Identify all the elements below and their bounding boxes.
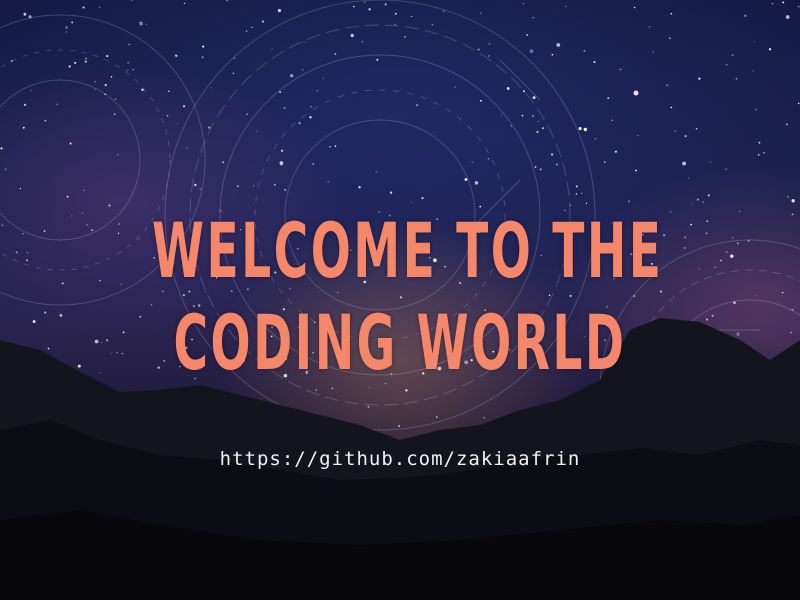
banner-background: WELCOME TO THE CODING WORLD https://gith… — [0, 0, 800, 600]
headline-line-2: CODING WORLD — [173, 298, 627, 387]
github-url[interactable]: https://github.com/zakiaafrin — [0, 448, 800, 470]
headline-line-1: WELCOME TO THE — [152, 206, 664, 295]
headline: WELCOME TO THE CODING WORLD — [152, 205, 664, 389]
